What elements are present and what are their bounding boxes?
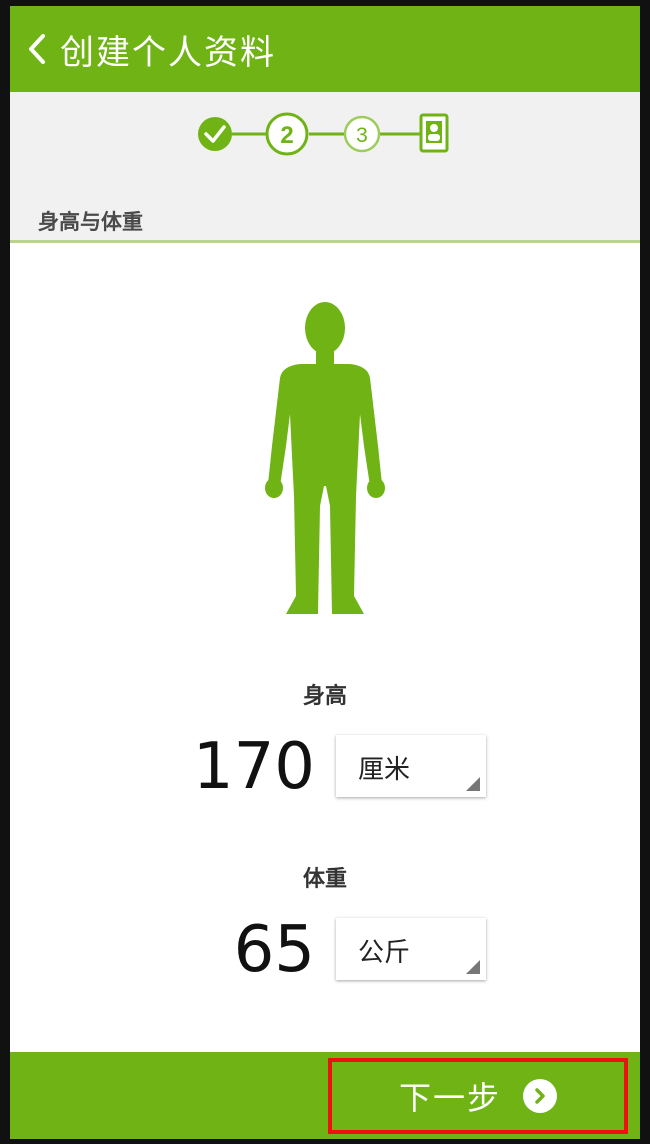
step-2-current: 2 [265, 112, 309, 156]
height-value[interactable]: 170 [175, 730, 315, 804]
section-title: 身高与体重 [38, 210, 143, 234]
dropdown-corner-icon [466, 960, 480, 974]
page-title: 创建个人资料 [60, 32, 276, 73]
weight-label: 体重 [302, 867, 347, 892]
weight-value[interactable]: 65 [175, 913, 315, 987]
section-divider [10, 240, 640, 243]
bottom-bar: 下一步 [10, 1052, 640, 1139]
step-3-pending: 3 [343, 115, 381, 153]
height-unit-label: 厘米 [358, 755, 411, 785]
height-unit-select[interactable]: 厘米 [336, 735, 486, 797]
dropdown-corner-icon [466, 777, 480, 791]
step-1-done [198, 117, 232, 151]
screen: 创建个人资料 2 3 身高与体重 身高 170 厘米 体重 65 公斤 下一步 [10, 6, 640, 1139]
app-bar: 创建个人资料 [10, 6, 640, 92]
body-figure-icon [260, 296, 390, 630]
weight-unit-label: 公斤 [358, 938, 411, 968]
height-label: 身高 [302, 684, 347, 709]
chevron-right-circle-icon [523, 1079, 557, 1113]
section-header: 身高与体重 [10, 176, 640, 242]
weight-unit-select[interactable]: 公斤 [336, 918, 486, 980]
back-button[interactable] [14, 6, 60, 92]
step-2-label: 2 [280, 122, 293, 149]
step-3-label: 3 [356, 124, 368, 147]
next-button-label: 下一步 [398, 1079, 501, 1117]
stepper-graphic: 2 3 [198, 112, 449, 156]
chevron-left-icon [29, 34, 45, 64]
progress-stepper: 2 3 [10, 92, 640, 176]
next-button[interactable]: 下一步 [328, 1058, 628, 1134]
profile-card-icon [419, 113, 449, 153]
